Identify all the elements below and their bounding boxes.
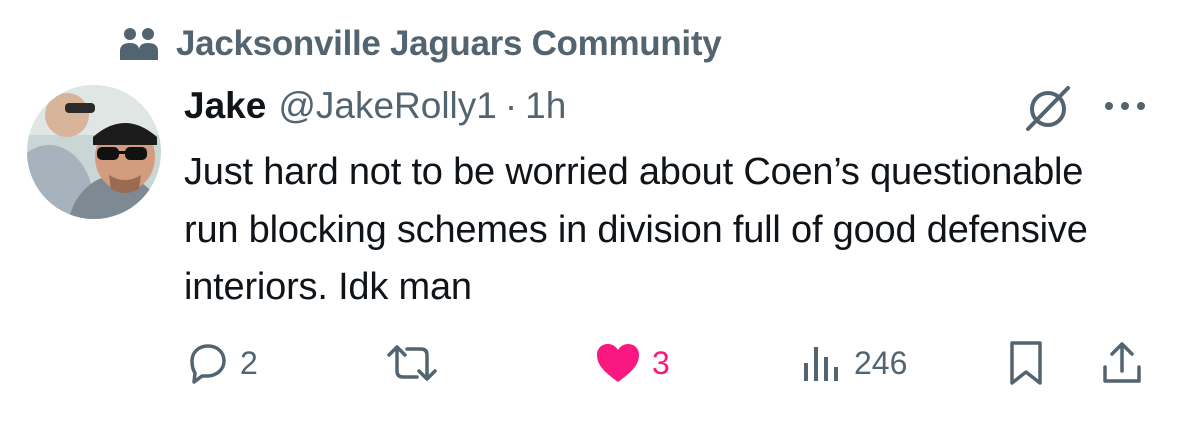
share-button[interactable] <box>1098 328 1146 398</box>
reply-count: 2 <box>240 344 258 381</box>
bookmark-icon <box>1010 341 1042 385</box>
like-count: 3 <box>652 344 670 381</box>
heart-icon <box>597 344 639 382</box>
post-time[interactable]: 1h <box>525 85 566 127</box>
like-button[interactable]: 3 <box>594 328 670 398</box>
views-button[interactable]: 246 <box>800 328 907 398</box>
bookmark-button[interactable] <box>1004 328 1048 398</box>
repost-icon <box>387 345 437 381</box>
grok-icon[interactable] <box>1022 82 1074 134</box>
community-icon <box>120 28 158 60</box>
action-bar: 2 3 246 <box>0 328 1179 398</box>
share-icon <box>1103 342 1141 383</box>
community-header[interactable]: Jacksonville Jaguars Community <box>118 22 722 66</box>
reply-button[interactable]: 2 <box>186 328 258 398</box>
author-handle[interactable]: @JakeRolly1 <box>278 85 497 127</box>
post-text: Just hard not to be worried about Coen’s… <box>184 151 1088 308</box>
author-name[interactable]: Jake <box>184 85 266 127</box>
community-name[interactable]: Jacksonville Jaguars Community <box>176 24 722 64</box>
views-count: 246 <box>854 344 908 381</box>
avatar[interactable] <box>27 85 161 219</box>
reply-icon <box>190 344 226 384</box>
views-icon <box>804 347 838 381</box>
separator-dot: · <box>504 85 518 126</box>
more-options-icon[interactable] <box>1100 96 1150 116</box>
repost-button[interactable] <box>383 328 441 398</box>
post-header: Jake @JakeRolly1 · 1h <box>184 80 566 132</box>
